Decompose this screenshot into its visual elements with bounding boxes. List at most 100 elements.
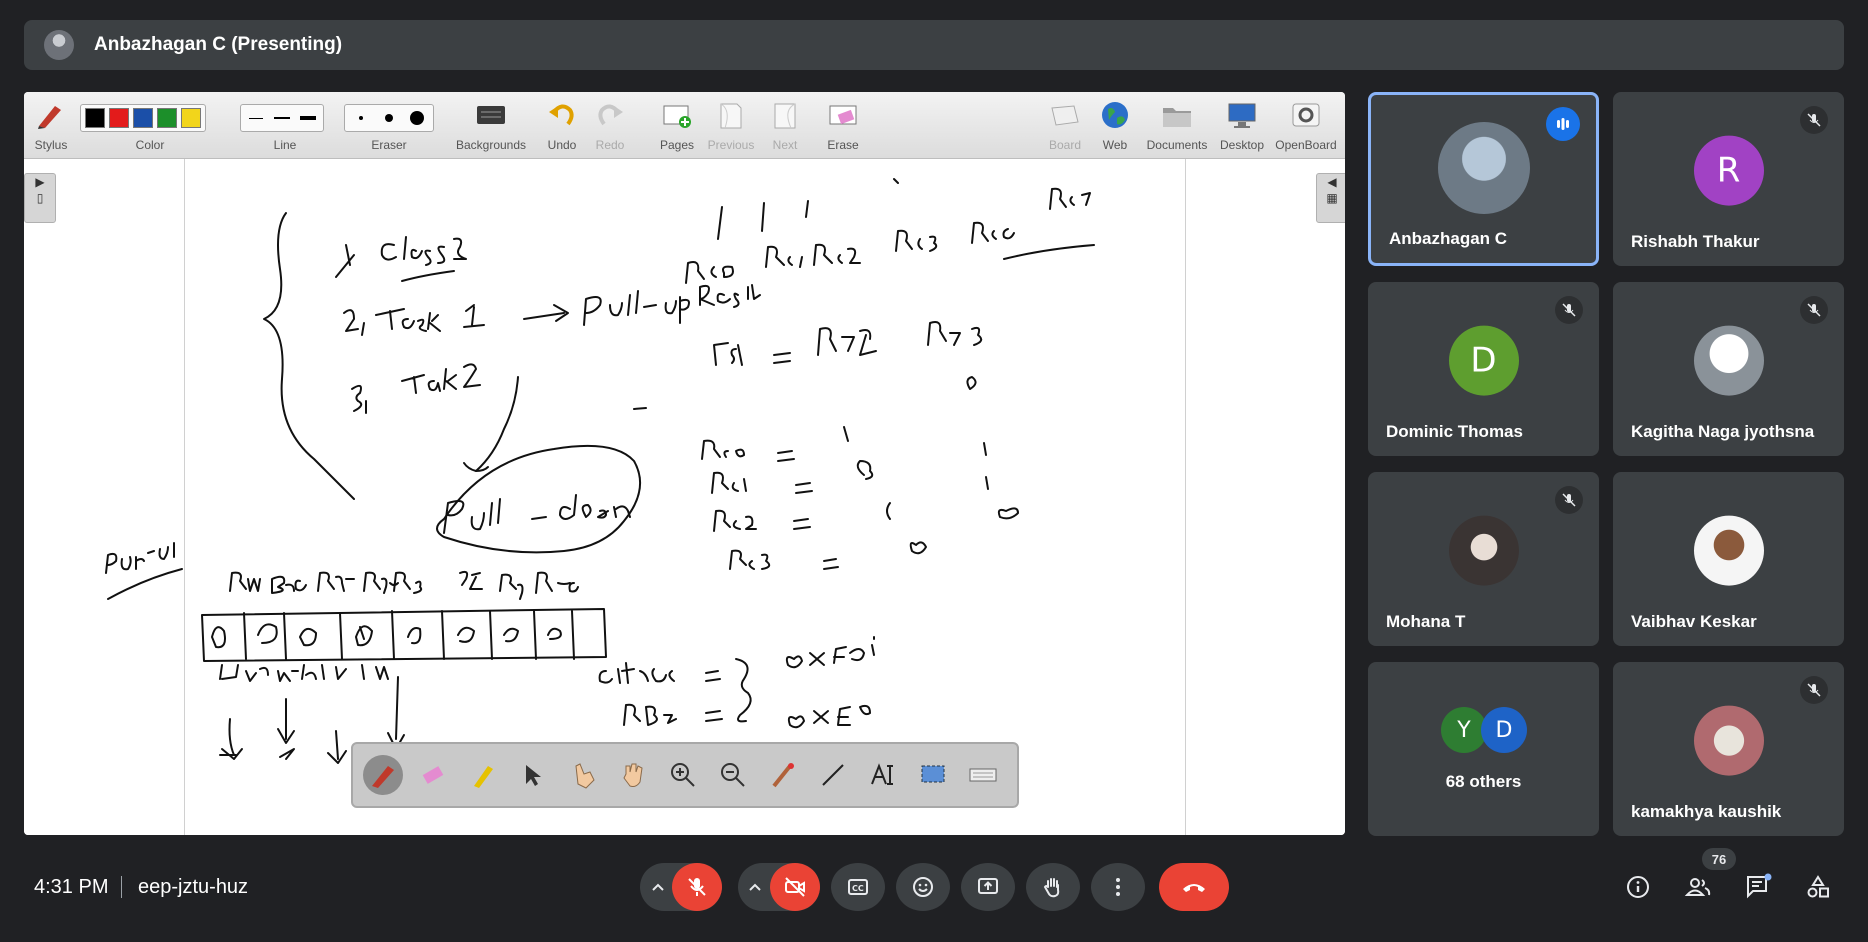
participant-name: Kagitha Naga jyothsna	[1631, 422, 1815, 441]
zoom-out-button[interactable]	[713, 755, 753, 795]
screen-capture-icon	[921, 765, 945, 783]
line-width-picker[interactable]: Line	[240, 96, 330, 154]
avatar	[1693, 325, 1764, 396]
video-options-chevron-icon[interactable]	[745, 877, 765, 897]
capture-tool-button[interactable]	[913, 755, 953, 795]
raise-hand-button[interactable]	[1026, 863, 1080, 911]
add-page-icon	[663, 105, 691, 128]
emoji-icon	[913, 877, 933, 897]
openboard-menu-button[interactable]: OpenBoard	[1268, 96, 1344, 154]
documents-button[interactable]: Documents	[1142, 96, 1212, 154]
monitor-icon	[1228, 103, 1256, 128]
line-thick[interactable]	[297, 116, 319, 120]
previous-page-button[interactable]: Previous	[704, 96, 758, 154]
present-screen-icon	[978, 878, 998, 894]
reactions-button[interactable]	[896, 863, 950, 911]
avatar: R	[1693, 135, 1764, 206]
next-page-button[interactable]: Next	[762, 96, 808, 154]
avatar	[1693, 515, 1764, 586]
avatar	[1693, 705, 1764, 776]
more-options-button[interactable]	[1091, 863, 1145, 911]
erase-board-button[interactable]: Erase	[820, 96, 866, 154]
board-mode-button[interactable]: Board	[1042, 96, 1088, 154]
eraser-small[interactable]	[349, 116, 373, 120]
swatch-black[interactable]	[85, 108, 105, 128]
microphone-toggle-button[interactable]	[672, 863, 722, 911]
undo-icon	[549, 104, 574, 126]
redo-button[interactable]: Redo	[590, 96, 630, 154]
audio-options-chevron-icon[interactable]	[648, 877, 668, 897]
text-icon	[871, 763, 893, 785]
speaking-indicator-icon	[1546, 107, 1580, 141]
eraser-medium[interactable]	[377, 114, 401, 122]
desktop-button[interactable]: Desktop	[1212, 96, 1272, 154]
whiteboard-canvas[interactable]: ▶ ▯ ◀ ▦	[24, 159, 1345, 835]
others-count-label: 68 others	[1445, 772, 1522, 791]
chat-button[interactable]	[1740, 869, 1776, 905]
text-tool-button[interactable]	[863, 755, 903, 795]
hand-icon	[623, 763, 643, 787]
presenter-avatar	[44, 30, 74, 60]
participant-name: Vaibhav Keskar	[1631, 612, 1757, 631]
line-tool-button[interactable]	[813, 755, 853, 795]
presenter-bar: Anbazhagan C (Presenting)	[24, 20, 1844, 70]
avatar	[1448, 515, 1519, 586]
line-medium[interactable]	[271, 117, 293, 119]
participant-tile-dominic[interactable]: D Dominic Thomas	[1368, 282, 1599, 456]
highlighter-tool-button[interactable]	[463, 755, 503, 795]
mic-off-icon	[1555, 486, 1583, 514]
info-icon	[1627, 876, 1649, 898]
line-widths	[240, 104, 324, 132]
swatch-blue[interactable]	[133, 108, 153, 128]
present-screen-button[interactable]	[961, 863, 1015, 911]
captions-button[interactable]: CC	[831, 863, 885, 911]
laser-pointer-button[interactable]	[763, 755, 803, 795]
color-picker[interactable]: Color	[80, 96, 220, 154]
mic-off-icon	[1800, 106, 1828, 134]
pages-button[interactable]: Pages	[654, 96, 700, 154]
others-tile[interactable]: Y D 68 others	[1368, 662, 1599, 836]
camera-off-icon	[785, 877, 805, 897]
eraser-sizes	[344, 104, 434, 132]
select-tool-button[interactable]	[513, 755, 553, 795]
mic-off-icon	[1800, 296, 1828, 324]
avatar: D	[1448, 325, 1519, 396]
people-button[interactable]	[1680, 869, 1716, 905]
avatar: D	[1481, 707, 1527, 753]
pen-tool-button[interactable]	[363, 755, 403, 795]
swatch-yellow[interactable]	[181, 108, 201, 128]
people-icon	[1684, 878, 1711, 896]
line-thin[interactable]	[245, 117, 267, 119]
interact-tool-button[interactable]	[563, 755, 603, 795]
leave-call-button[interactable]	[1159, 863, 1229, 911]
participant-name: kamakhya kaushik	[1631, 802, 1782, 821]
virtual-keyboard-button[interactable]	[963, 755, 1003, 795]
hand-tool-button[interactable]	[613, 755, 653, 795]
participant-tile-rishabh[interactable]: R Rishabh Thakur	[1613, 92, 1844, 266]
zoom-in-button[interactable]	[663, 755, 703, 795]
swatch-red[interactable]	[109, 108, 129, 128]
stylus-button[interactable]: Stylus	[28, 96, 74, 154]
board-icon	[1051, 105, 1079, 126]
participant-tile-mohana[interactable]: Mohana T	[1368, 472, 1599, 646]
undo-button[interactable]: Undo	[542, 96, 582, 154]
web-button[interactable]: Web	[1092, 96, 1138, 154]
activities-button[interactable]	[1800, 869, 1836, 905]
camera-toggle-button[interactable]	[770, 863, 820, 911]
participant-tile-anbazhagan[interactable]: Anbazhagan C	[1368, 92, 1599, 266]
participant-tile-vaibhav[interactable]: Vaibhav Keskar	[1613, 472, 1844, 646]
arrow-cursor-icon	[526, 765, 541, 786]
end-call-icon	[1183, 884, 1205, 892]
eraser-size-picker[interactable]: Eraser	[344, 96, 434, 154]
eraser-tool-button[interactable]	[413, 755, 453, 795]
mic-off-icon	[688, 878, 706, 896]
backgrounds-icon	[477, 106, 505, 124]
eraser-large[interactable]	[405, 111, 429, 125]
swatch-green[interactable]	[157, 108, 177, 128]
backgrounds-button[interactable]: Backgrounds	[454, 96, 528, 154]
participant-tile-kagitha[interactable]: Kagitha Naga jyothsna	[1613, 282, 1844, 456]
eraser-icon	[422, 766, 444, 784]
participant-tile-kamakhya[interactable]: kamakhya kaushik	[1613, 662, 1844, 836]
meeting-details-button[interactable]	[1620, 869, 1656, 905]
stylus-icon	[38, 106, 61, 129]
